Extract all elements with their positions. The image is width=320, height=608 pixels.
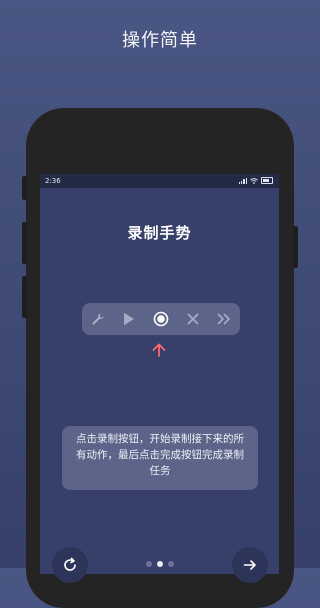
play-icon[interactable] (119, 309, 139, 329)
fast-forward-icon[interactable] (214, 309, 234, 329)
phone-side-button (293, 226, 298, 268)
phone-screen: 2:36 录制手势 点击录制按钮，开始录制接下来的所有动作，最后点击完成按钮完成… (40, 174, 279, 574)
gesture-toolbar (82, 303, 240, 335)
wrench-icon[interactable] (88, 309, 108, 329)
refresh-icon (64, 557, 76, 571)
status-bar: 2:36 (40, 174, 279, 188)
close-icon[interactable] (183, 309, 203, 329)
screen-title: 录制手势 (127, 224, 192, 242)
phone-side-button (22, 222, 27, 264)
next-button[interactable] (232, 547, 268, 583)
status-icons (238, 177, 273, 184)
arrow-up-icon (152, 343, 166, 357)
record-icon[interactable] (151, 309, 171, 329)
battery-icon (261, 177, 273, 184)
page-dot[interactable] (168, 561, 174, 567)
phone-side-button (22, 176, 27, 200)
signal-icon (238, 177, 247, 184)
hint-card: 点击录制按钮，开始录制接下来的所有动作，最后点击完成按钮完成录制任务 (62, 426, 258, 490)
refresh-button[interactable] (52, 547, 88, 583)
promo-title: 操作简单 (122, 30, 198, 51)
wifi-icon (250, 177, 258, 184)
status-time: 2:36 (45, 177, 61, 185)
phone-side-button (22, 276, 27, 318)
page-dot[interactable] (146, 561, 152, 567)
page-indicator (146, 561, 174, 567)
page-dot-active[interactable] (157, 561, 163, 567)
arrow-right-icon (243, 560, 256, 570)
